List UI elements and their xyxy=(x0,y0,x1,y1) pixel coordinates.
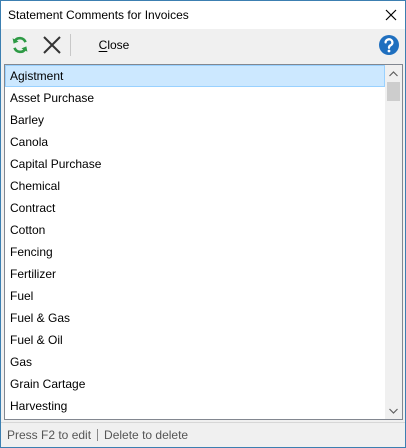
comments-list: Agistment Asset Purchase Barley Canola Capit… xyxy=(5,65,385,419)
help-icon xyxy=(379,35,399,55)
close-label: lose xyxy=(107,38,130,52)
close-icon xyxy=(385,9,397,21)
scroll-thumb[interactable] xyxy=(387,82,400,101)
vertical-scrollbar[interactable] xyxy=(385,65,402,419)
scroll-up-button[interactable] xyxy=(385,65,402,82)
status-bar: Press F2 to edit Delete to delete xyxy=(1,422,405,447)
list-item[interactable]: Fencing xyxy=(5,241,385,263)
list-item[interactable]: Fuel xyxy=(5,285,385,307)
list-item[interactable]: Fertilizer xyxy=(5,263,385,285)
list-item[interactable]: Fuel & Gas xyxy=(5,307,385,329)
window-title: Statement Comments for Invoices xyxy=(8,8,189,22)
status-edit-hint: Press F2 to edit xyxy=(7,428,92,442)
status-delete-hint: Delete to delete xyxy=(104,428,189,442)
refresh-button[interactable] xyxy=(7,29,33,61)
list-item[interactable]: Contract xyxy=(5,197,385,219)
x-icon xyxy=(43,36,61,54)
list-item[interactable]: Canola xyxy=(5,131,385,153)
list-item[interactable]: Chemical xyxy=(5,175,385,197)
list-item[interactable]: Capital Purchase xyxy=(5,153,385,175)
list-item[interactable]: Fuel & Oil xyxy=(5,329,385,351)
list-item[interactable]: Cotton xyxy=(5,219,385,241)
refresh-icon xyxy=(12,36,28,54)
close-button[interactable]: Close xyxy=(93,29,135,61)
toolbar: Close xyxy=(1,29,405,61)
toolbar-separator xyxy=(70,34,71,56)
list-item[interactable]: Gas xyxy=(5,351,385,373)
close-mnemonic: C xyxy=(98,38,108,52)
list-item[interactable]: Asset Purchase xyxy=(5,87,385,109)
list-item[interactable]: Barley xyxy=(5,109,385,131)
title-bar: Statement Comments for Invoices xyxy=(1,1,405,29)
scroll-down-button[interactable] xyxy=(385,402,402,419)
list-item[interactable]: Agistment xyxy=(5,65,385,87)
list-item[interactable]: Harvesting xyxy=(5,395,385,417)
chevron-up-icon xyxy=(389,70,398,76)
help-button[interactable] xyxy=(377,29,401,61)
chevron-down-icon xyxy=(389,408,398,414)
dialog-window: Statement Comments for Invoices Close Ag… xyxy=(0,0,406,448)
window-close-button[interactable] xyxy=(377,1,405,29)
cancel-button[interactable] xyxy=(39,29,65,61)
list-item[interactable]: Grain Cartage xyxy=(5,373,385,395)
comments-listbox[interactable]: Agistment Asset Purchase Barley Canola Capit… xyxy=(4,64,403,420)
